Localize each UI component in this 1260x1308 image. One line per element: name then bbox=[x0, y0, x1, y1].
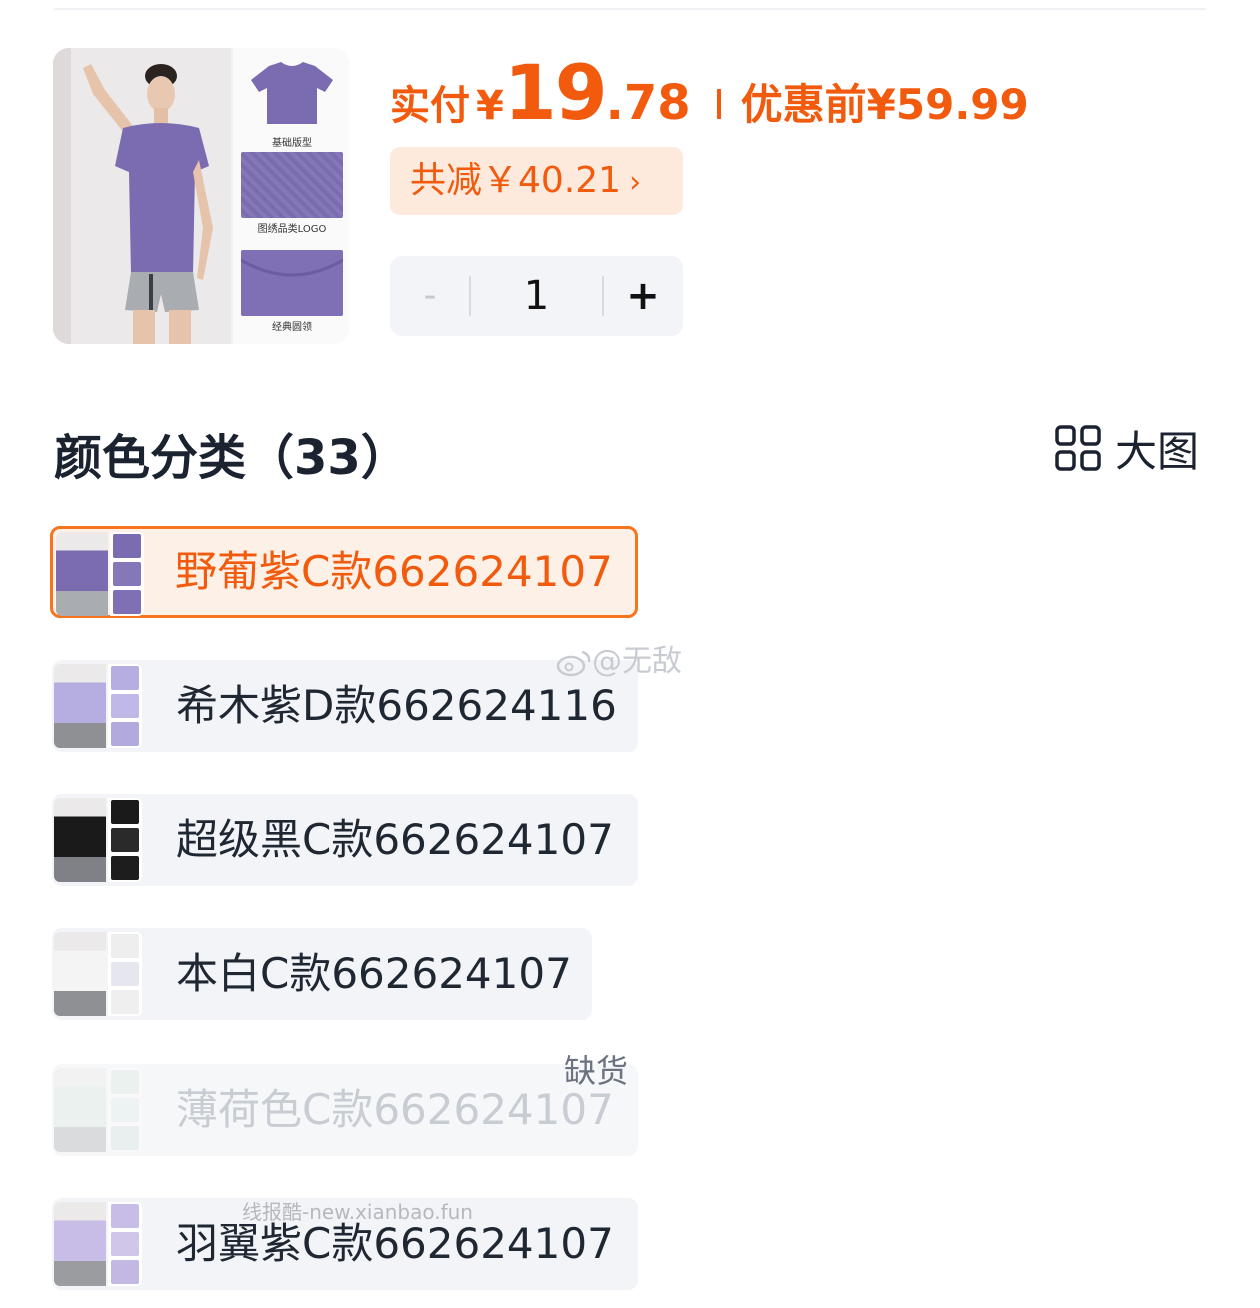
tshirt-icon bbox=[251, 62, 333, 124]
chevron-right-icon: › bbox=[629, 165, 642, 200]
big-image-label: 大图 bbox=[1115, 426, 1200, 476]
weibo-handle: @无敌 bbox=[592, 644, 682, 679]
discount-text: 共减￥40.21 bbox=[410, 160, 622, 201]
variant-thumbnail bbox=[54, 1202, 142, 1286]
paid-decimal: .78 bbox=[605, 75, 691, 131]
detail-caption: 图绣品类LOGO bbox=[257, 224, 327, 235]
paid-label: 实付 bbox=[390, 83, 470, 129]
model-photo bbox=[53, 48, 231, 344]
decrement-button[interactable]: - bbox=[390, 256, 470, 336]
price-row: 实付 ¥19.78 优惠前¥59.99 bbox=[390, 48, 1029, 137]
variant-thumbnail bbox=[54, 664, 142, 748]
variant-thumbnail bbox=[54, 932, 142, 1016]
quantity-stepper[interactable]: - 1 + bbox=[390, 256, 683, 336]
detail-basic-fit: 基础版型 bbox=[241, 58, 343, 149]
paid-currency: ¥ bbox=[476, 83, 504, 129]
detail-logo: 图绣品类LOGO bbox=[241, 152, 343, 235]
variant-thumbnail bbox=[56, 532, 144, 616]
grid-icon bbox=[1055, 425, 1101, 471]
detail-caption: 经典圆领 bbox=[272, 322, 312, 333]
detail-caption: 基础版型 bbox=[272, 138, 312, 149]
increment-button[interactable]: + bbox=[603, 256, 683, 336]
variant-label: 野葡紫C款662624107 bbox=[175, 547, 613, 596]
big-image-button[interactable]: 大图 bbox=[1055, 420, 1199, 476]
original-label: 优惠前 bbox=[740, 80, 867, 129]
original-price: ¥59.99 bbox=[866, 80, 1029, 129]
fabric-swatch bbox=[241, 152, 343, 218]
variant-label: 本白C款662624107 bbox=[176, 949, 572, 998]
variant-option[interactable]: 希木紫D款662624116 bbox=[52, 660, 638, 752]
out-of-stock-badge: 缺货 bbox=[563, 1052, 628, 1090]
variant-thumbnail bbox=[54, 798, 142, 882]
product-image[interactable]: 基础版型 图绣品类LOGO 经典圆领 bbox=[53, 48, 349, 344]
variant-label: 希木紫D款662624116 bbox=[176, 681, 617, 730]
quantity-value[interactable]: 1 bbox=[470, 256, 603, 336]
discount-chip[interactable]: 共减￥40.21 › bbox=[390, 147, 683, 215]
variant-option[interactable]: 超级黑C款662624107 bbox=[52, 794, 638, 886]
top-divider bbox=[54, 8, 1206, 10]
section-title: 颜色分类（33） bbox=[54, 430, 409, 486]
detail-collar: 经典圆领 bbox=[241, 250, 343, 333]
weibo-watermark: @无敌 bbox=[556, 636, 682, 680]
variant-label: 薄荷色C款662624107 bbox=[176, 1085, 614, 1134]
paid-integer: 19 bbox=[503, 48, 608, 137]
price-separator bbox=[716, 89, 721, 119]
weibo-icon bbox=[556, 650, 591, 676]
variant-thumbnail bbox=[54, 1068, 142, 1152]
variant-option[interactable]: 野葡紫C款662624107 bbox=[50, 526, 638, 618]
variant-label: 超级黑C款662624107 bbox=[176, 815, 614, 864]
site-watermark: 线报酷-new.xianbao.fun bbox=[242, 1200, 473, 1224]
detail-column: 基础版型 图绣品类LOGO 经典圆领 bbox=[233, 48, 349, 344]
collar-swatch bbox=[241, 250, 343, 316]
variant-option: 薄荷色C款662624107 缺货 bbox=[52, 1052, 638, 1156]
variant-option[interactable]: 本白C款662624107 bbox=[52, 928, 592, 1020]
